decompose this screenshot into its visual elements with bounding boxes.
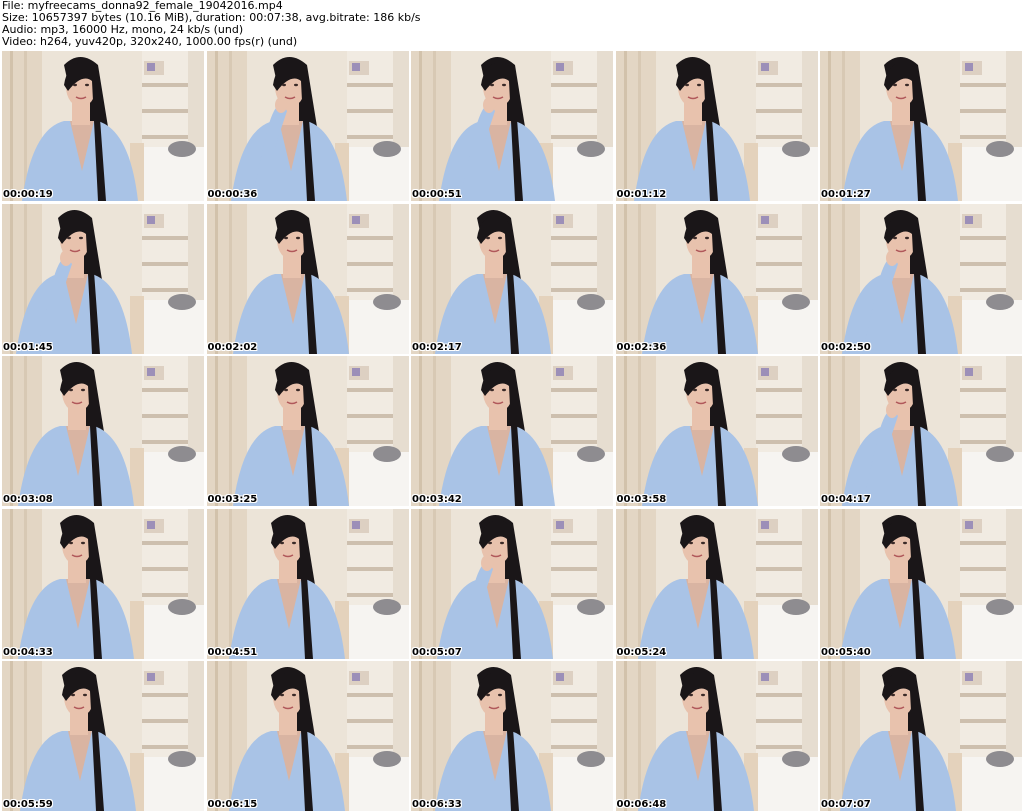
video-thumbnail: 00:00:36 bbox=[206, 51, 409, 201]
thumbnail-timestamp: 00:00:19 bbox=[3, 189, 53, 200]
frame-image bbox=[615, 356, 818, 506]
thumbnail-timestamp: 00:05:07 bbox=[412, 646, 462, 658]
thumbnail-timestamp: 00:02:17 bbox=[412, 341, 462, 353]
thumbnail-timestamp: 00:02:50 bbox=[821, 341, 871, 353]
thumbnail-timestamp: 00:06:48 bbox=[616, 799, 667, 810]
video-thumbnail: 00:03:42 bbox=[411, 356, 613, 506]
thumbnail-timestamp: 00:03:25 bbox=[207, 494, 258, 505]
thumbnail-timestamp: 00:01:12 bbox=[616, 189, 667, 200]
thumbnail-timestamp: 00:05:59 bbox=[3, 799, 53, 810]
frame-image bbox=[206, 51, 409, 201]
video-thumbnail: 00:07:07 bbox=[820, 661, 1022, 811]
thumbnail-timestamp: 00:00:36 bbox=[207, 189, 258, 200]
frame-image bbox=[820, 203, 1022, 354]
frame-image bbox=[820, 51, 1022, 201]
video-thumbnail: 00:06:33 bbox=[411, 661, 613, 811]
thumbnail-timestamp: 00:01:27 bbox=[821, 189, 871, 200]
frame-image bbox=[206, 203, 409, 354]
thumbnail-timestamp: 00:06:15 bbox=[207, 799, 258, 810]
frame-image bbox=[411, 661, 613, 811]
thumbnail-timestamp: 00:05:24 bbox=[616, 646, 667, 658]
frame-image bbox=[2, 203, 204, 354]
frame-image bbox=[615, 51, 818, 201]
thumbnail-timestamp: 00:04:33 bbox=[3, 646, 53, 658]
thumbnail-timestamp: 00:01:45 bbox=[3, 341, 53, 353]
thumbnail-timestamp: 00:00:51 bbox=[412, 189, 462, 200]
video-thumbnail: 00:05:07 bbox=[411, 508, 613, 659]
video-thumbnail: 00:05:24 bbox=[615, 508, 818, 659]
thumbnail-timestamp: 00:07:07 bbox=[821, 799, 871, 810]
video-thumbnail: 00:04:17 bbox=[820, 356, 1022, 506]
thumbnail-timestamp: 00:03:42 bbox=[412, 494, 462, 505]
video-info-line: Video: h264, yuv420p, 320x240, 1000.00 f… bbox=[2, 35, 298, 48]
video-thumbnail: 00:01:45 bbox=[2, 203, 204, 354]
video-thumbnail: 00:05:59 bbox=[2, 661, 204, 811]
video-thumbnail: 00:03:25 bbox=[206, 356, 409, 506]
video-thumbnail: 00:01:27 bbox=[820, 51, 1022, 201]
video-thumbnail: 00:05:40 bbox=[820, 508, 1022, 659]
video-thumbnail: 00:02:02 bbox=[206, 203, 409, 354]
thumbnail-timestamp: 00:02:36 bbox=[616, 341, 667, 353]
frame-image bbox=[820, 356, 1022, 506]
video-thumbnail: 00:03:08 bbox=[2, 356, 204, 506]
frame-image bbox=[411, 203, 613, 354]
thumbnail-grid: 00:00:19 00:00:36 00:00:51 00:01:12 00:01:27… bbox=[2, 51, 1022, 811]
video-thumbnail: 00:02:17 bbox=[411, 203, 613, 354]
thumbnail-timestamp: 00:04:17 bbox=[821, 494, 871, 505]
frame-image bbox=[820, 661, 1022, 811]
file-info-header: File: myfreecams_donna92_female_19042016… bbox=[2, 0, 1022, 50]
frame-image bbox=[2, 51, 204, 201]
video-thumbnail: 00:06:15 bbox=[206, 661, 409, 811]
frame-image bbox=[206, 508, 409, 659]
video-thumbnail: 00:04:51 bbox=[206, 508, 409, 659]
video-thumbnail: 00:02:36 bbox=[615, 203, 818, 354]
frame-image bbox=[206, 661, 409, 811]
video-thumbnail: 00:00:19 bbox=[2, 51, 204, 201]
frame-image bbox=[411, 51, 613, 201]
frame-image bbox=[2, 661, 204, 811]
frame-image bbox=[411, 356, 613, 506]
video-thumbnail: 00:02:50 bbox=[820, 203, 1022, 354]
video-thumbnail: 00:01:12 bbox=[615, 51, 818, 201]
video-thumbnail: 00:00:51 bbox=[411, 51, 613, 201]
thumbnail-timestamp: 00:05:40 bbox=[821, 646, 871, 658]
frame-image bbox=[820, 508, 1022, 659]
frame-image bbox=[615, 508, 818, 659]
frame-image bbox=[206, 356, 409, 506]
thumbnail-timestamp: 00:03:08 bbox=[3, 494, 53, 505]
frame-image bbox=[411, 508, 613, 659]
video-thumbnail: 00:03:58 bbox=[615, 356, 818, 506]
frame-image bbox=[2, 508, 204, 659]
thumbnail-timestamp: 00:04:51 bbox=[207, 646, 258, 658]
frame-image bbox=[615, 661, 818, 811]
video-thumbnail: 00:06:48 bbox=[615, 661, 818, 811]
frame-image bbox=[615, 203, 818, 354]
thumbnail-timestamp: 00:02:02 bbox=[207, 341, 258, 353]
thumbnail-timestamp: 00:06:33 bbox=[412, 799, 462, 810]
frame-image bbox=[2, 356, 204, 506]
video-thumbnail: 00:04:33 bbox=[2, 508, 204, 659]
thumbnail-timestamp: 00:03:58 bbox=[616, 494, 667, 505]
